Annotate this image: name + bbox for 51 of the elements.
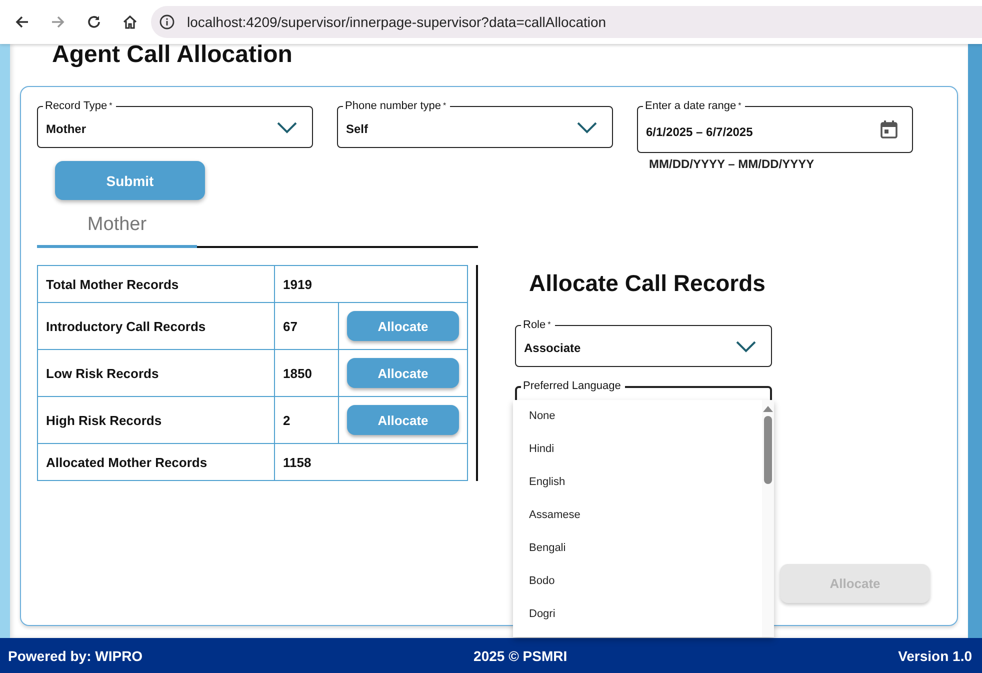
required-mark: * (738, 100, 742, 112)
section-heading: Allocate Call Records (529, 269, 766, 298)
chevron-down-icon (735, 339, 757, 353)
scrollbar[interactable] (762, 400, 774, 637)
required-mark: * (443, 100, 446, 112)
dropdown-option[interactable]: None (513, 400, 762, 433)
dropdown-option[interactable]: English (513, 466, 762, 499)
dropdown-option[interactable]: Assamese (513, 499, 762, 532)
table-cell: 67 (274, 302, 338, 350)
dropdown-option[interactable]: Hindi (513, 433, 762, 466)
field-hint: MM/DD/YYYY – MM/DD/YYYY (649, 157, 814, 171)
table-cell: High Risk Records (38, 396, 274, 444)
footer-text: Powered by: WIPRO (8, 648, 143, 664)
table-cell: 2 (274, 396, 338, 444)
field-label: Phone number type (345, 99, 442, 113)
field-value: Mother (46, 121, 87, 136)
tab[interactable]: Mother (37, 210, 197, 248)
field-value: 6/1/2025 – 6/7/2025 (646, 124, 754, 138)
footer-text: 2025 © PSMRI (474, 648, 568, 664)
field-label: Record Type (45, 99, 108, 113)
table-cell: Allocated Mother Records (38, 444, 274, 480)
field-value: Associate (524, 340, 582, 355)
home-icon[interactable] (122, 14, 138, 30)
url-text: localhost:4209/supervisor/innerpage-supervisor?data=callAllocation (187, 14, 606, 30)
table-cell: Introductory Call Records (38, 302, 274, 350)
address-bar[interactable]: localhost:4209/supervisor/innerpage-supervisor?data=callAllocation (151, 6, 982, 38)
back-icon[interactable] (14, 14, 30, 30)
dropdown-option[interactable]: Bengali (513, 532, 762, 565)
field-label: Enter a date range (645, 99, 736, 113)
required-mark: * (109, 100, 112, 112)
table-cell: 1850 (274, 350, 338, 396)
reload-icon[interactable] (86, 14, 102, 30)
chevron-down-icon (576, 120, 598, 134)
scroll-up-icon (763, 405, 773, 412)
table-cell: 1158 (274, 444, 468, 480)
info-icon (159, 14, 175, 30)
calendar-icon (880, 120, 898, 139)
table-cell: Total Mother Records (38, 266, 274, 302)
page-title: Agent Call Allocation (51, 44, 294, 70)
required-mark: * (548, 319, 551, 331)
field-label: Preferred Language (523, 379, 621, 393)
forward-icon[interactable] (50, 14, 66, 30)
table-cell: Low Risk Records (38, 350, 274, 396)
footer-text: Version 1.0 (898, 648, 972, 664)
chevron-down-icon (276, 120, 298, 134)
scrollbar-thumb[interactable] (764, 416, 772, 484)
dropdown-option[interactable]: Bodo (513, 565, 762, 598)
field-value: Self (346, 121, 370, 136)
field-label: Role (523, 318, 546, 332)
table-cell: 1919 (274, 266, 468, 302)
dropdown-option[interactable]: Dogri (513, 598, 762, 631)
